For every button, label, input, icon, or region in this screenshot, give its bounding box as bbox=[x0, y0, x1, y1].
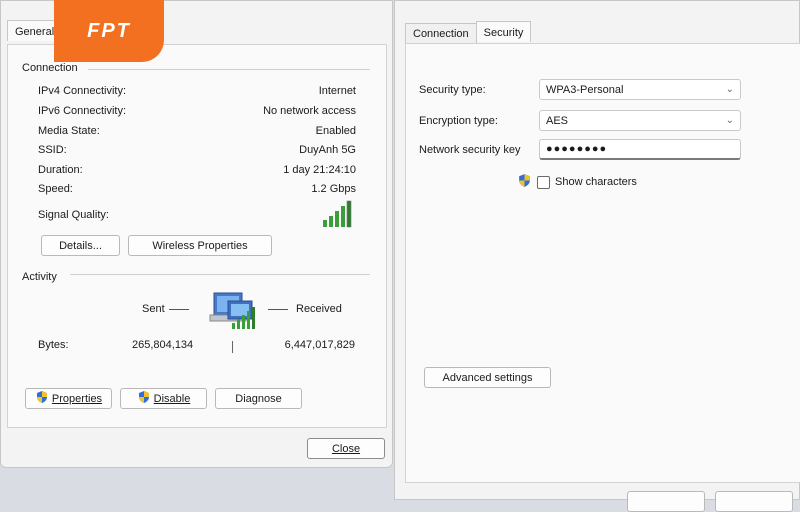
shield-icon bbox=[137, 390, 151, 407]
title-bar bbox=[395, 1, 799, 13]
shield-icon bbox=[35, 390, 49, 407]
wireless-properties-window: Connection Security Security type: WPA3-… bbox=[394, 0, 800, 512]
ssid-row: SSID: DuyAnh 5G bbox=[38, 142, 356, 158]
shield-icon bbox=[517, 173, 532, 191]
advanced-settings-button[interactable]: Advanced settings bbox=[424, 367, 551, 388]
ssid-value: DuyAnh 5G bbox=[299, 144, 356, 156]
security-type-select[interactable]: WPA3-Personal ⌄ bbox=[539, 79, 741, 100]
speed-label: Speed: bbox=[38, 183, 73, 195]
ipv6-label: IPv6 Connectivity: bbox=[38, 105, 127, 117]
sent-label: Sent bbox=[142, 303, 165, 315]
sent-line bbox=[168, 308, 189, 310]
media-state-value: Enabled bbox=[315, 125, 356, 137]
received-bytes-value: 6,447,017,829 bbox=[284, 339, 355, 351]
sent-indicator: Sent bbox=[142, 303, 189, 315]
chevron-down-icon: ⌄ bbox=[725, 115, 734, 126]
ipv4-value: Internet bbox=[318, 85, 356, 97]
close-button[interactable]: Close bbox=[307, 438, 385, 459]
received-label: Received bbox=[296, 303, 342, 315]
show-characters-label: Show characters bbox=[555, 176, 637, 188]
group-divider bbox=[88, 69, 370, 70]
duration-value: 1 day 21:24:10 bbox=[283, 164, 356, 176]
diagnose-button[interactable]: Diagnose bbox=[215, 388, 302, 409]
group-divider bbox=[70, 274, 370, 275]
media-state-label: Media State: bbox=[38, 125, 100, 137]
security-tab-panel: Security type: WPA3-Personal ⌄ Encryptio… bbox=[405, 43, 800, 483]
tab-security[interactable]: Security bbox=[475, 21, 532, 42]
network-computers-icon bbox=[208, 289, 264, 342]
chevron-down-icon: ⌄ bbox=[725, 84, 734, 95]
speed-row: Speed: 1.2 Gbps bbox=[38, 181, 356, 197]
activity-group-title: Activity bbox=[22, 271, 61, 283]
wireless-properties-button[interactable]: Wireless Properties bbox=[128, 235, 272, 256]
speed-value: 1.2 Gbps bbox=[311, 183, 356, 195]
wifi-status-window: General Connection IPv4 Connectivity: In… bbox=[0, 0, 393, 468]
ipv4-label: IPv4 Connectivity: bbox=[38, 85, 127, 97]
properties-tabs: Connection Security bbox=[405, 21, 532, 44]
received-indicator: Received bbox=[268, 303, 342, 315]
ipv6-row: IPv6 Connectivity: No network access bbox=[38, 103, 356, 119]
tab-connection[interactable]: Connection bbox=[405, 23, 477, 44]
received-line bbox=[268, 308, 288, 310]
network-key-label: Network security key bbox=[419, 144, 521, 156]
bytes-label: Bytes: bbox=[38, 339, 69, 351]
network-key-field[interactable]: ●●●●●●●● bbox=[539, 139, 741, 160]
ipv6-value: No network access bbox=[263, 105, 356, 117]
ipv4-row: IPv4 Connectivity: Internet bbox=[38, 83, 356, 99]
sent-bytes-value: 265,804,134 bbox=[132, 339, 194, 351]
signal-bars-icon bbox=[322, 200, 356, 231]
security-type-label: Security type: bbox=[419, 84, 486, 96]
signal-quality-row: Signal Quality: bbox=[38, 200, 356, 227]
ok-button[interactable] bbox=[627, 491, 705, 512]
encryption-type-select[interactable]: AES ⌄ bbox=[539, 110, 741, 131]
show-characters-checkbox[interactable] bbox=[537, 175, 550, 189]
ssid-label: SSID: bbox=[38, 144, 67, 156]
encryption-type-label: Encryption type: bbox=[419, 115, 498, 127]
connection-group-title: Connection bbox=[22, 62, 82, 74]
details-button[interactable]: Details... bbox=[41, 235, 120, 256]
show-characters-row: Show characters bbox=[517, 173, 637, 191]
fpt-logo: FPT bbox=[54, 0, 164, 62]
duration-row: Duration: 1 day 21:24:10 bbox=[38, 162, 356, 178]
properties-button[interactable]: Properties bbox=[25, 388, 112, 409]
disable-button[interactable]: Disable bbox=[120, 388, 207, 409]
cancel-button[interactable] bbox=[715, 491, 793, 512]
activity-divider bbox=[232, 341, 233, 353]
media-state-row: Media State: Enabled bbox=[38, 123, 356, 139]
general-tab-panel: Connection IPv4 Connectivity: Internet I… bbox=[7, 44, 387, 428]
duration-label: Duration: bbox=[38, 164, 83, 176]
signal-quality-label: Signal Quality: bbox=[38, 209, 109, 221]
